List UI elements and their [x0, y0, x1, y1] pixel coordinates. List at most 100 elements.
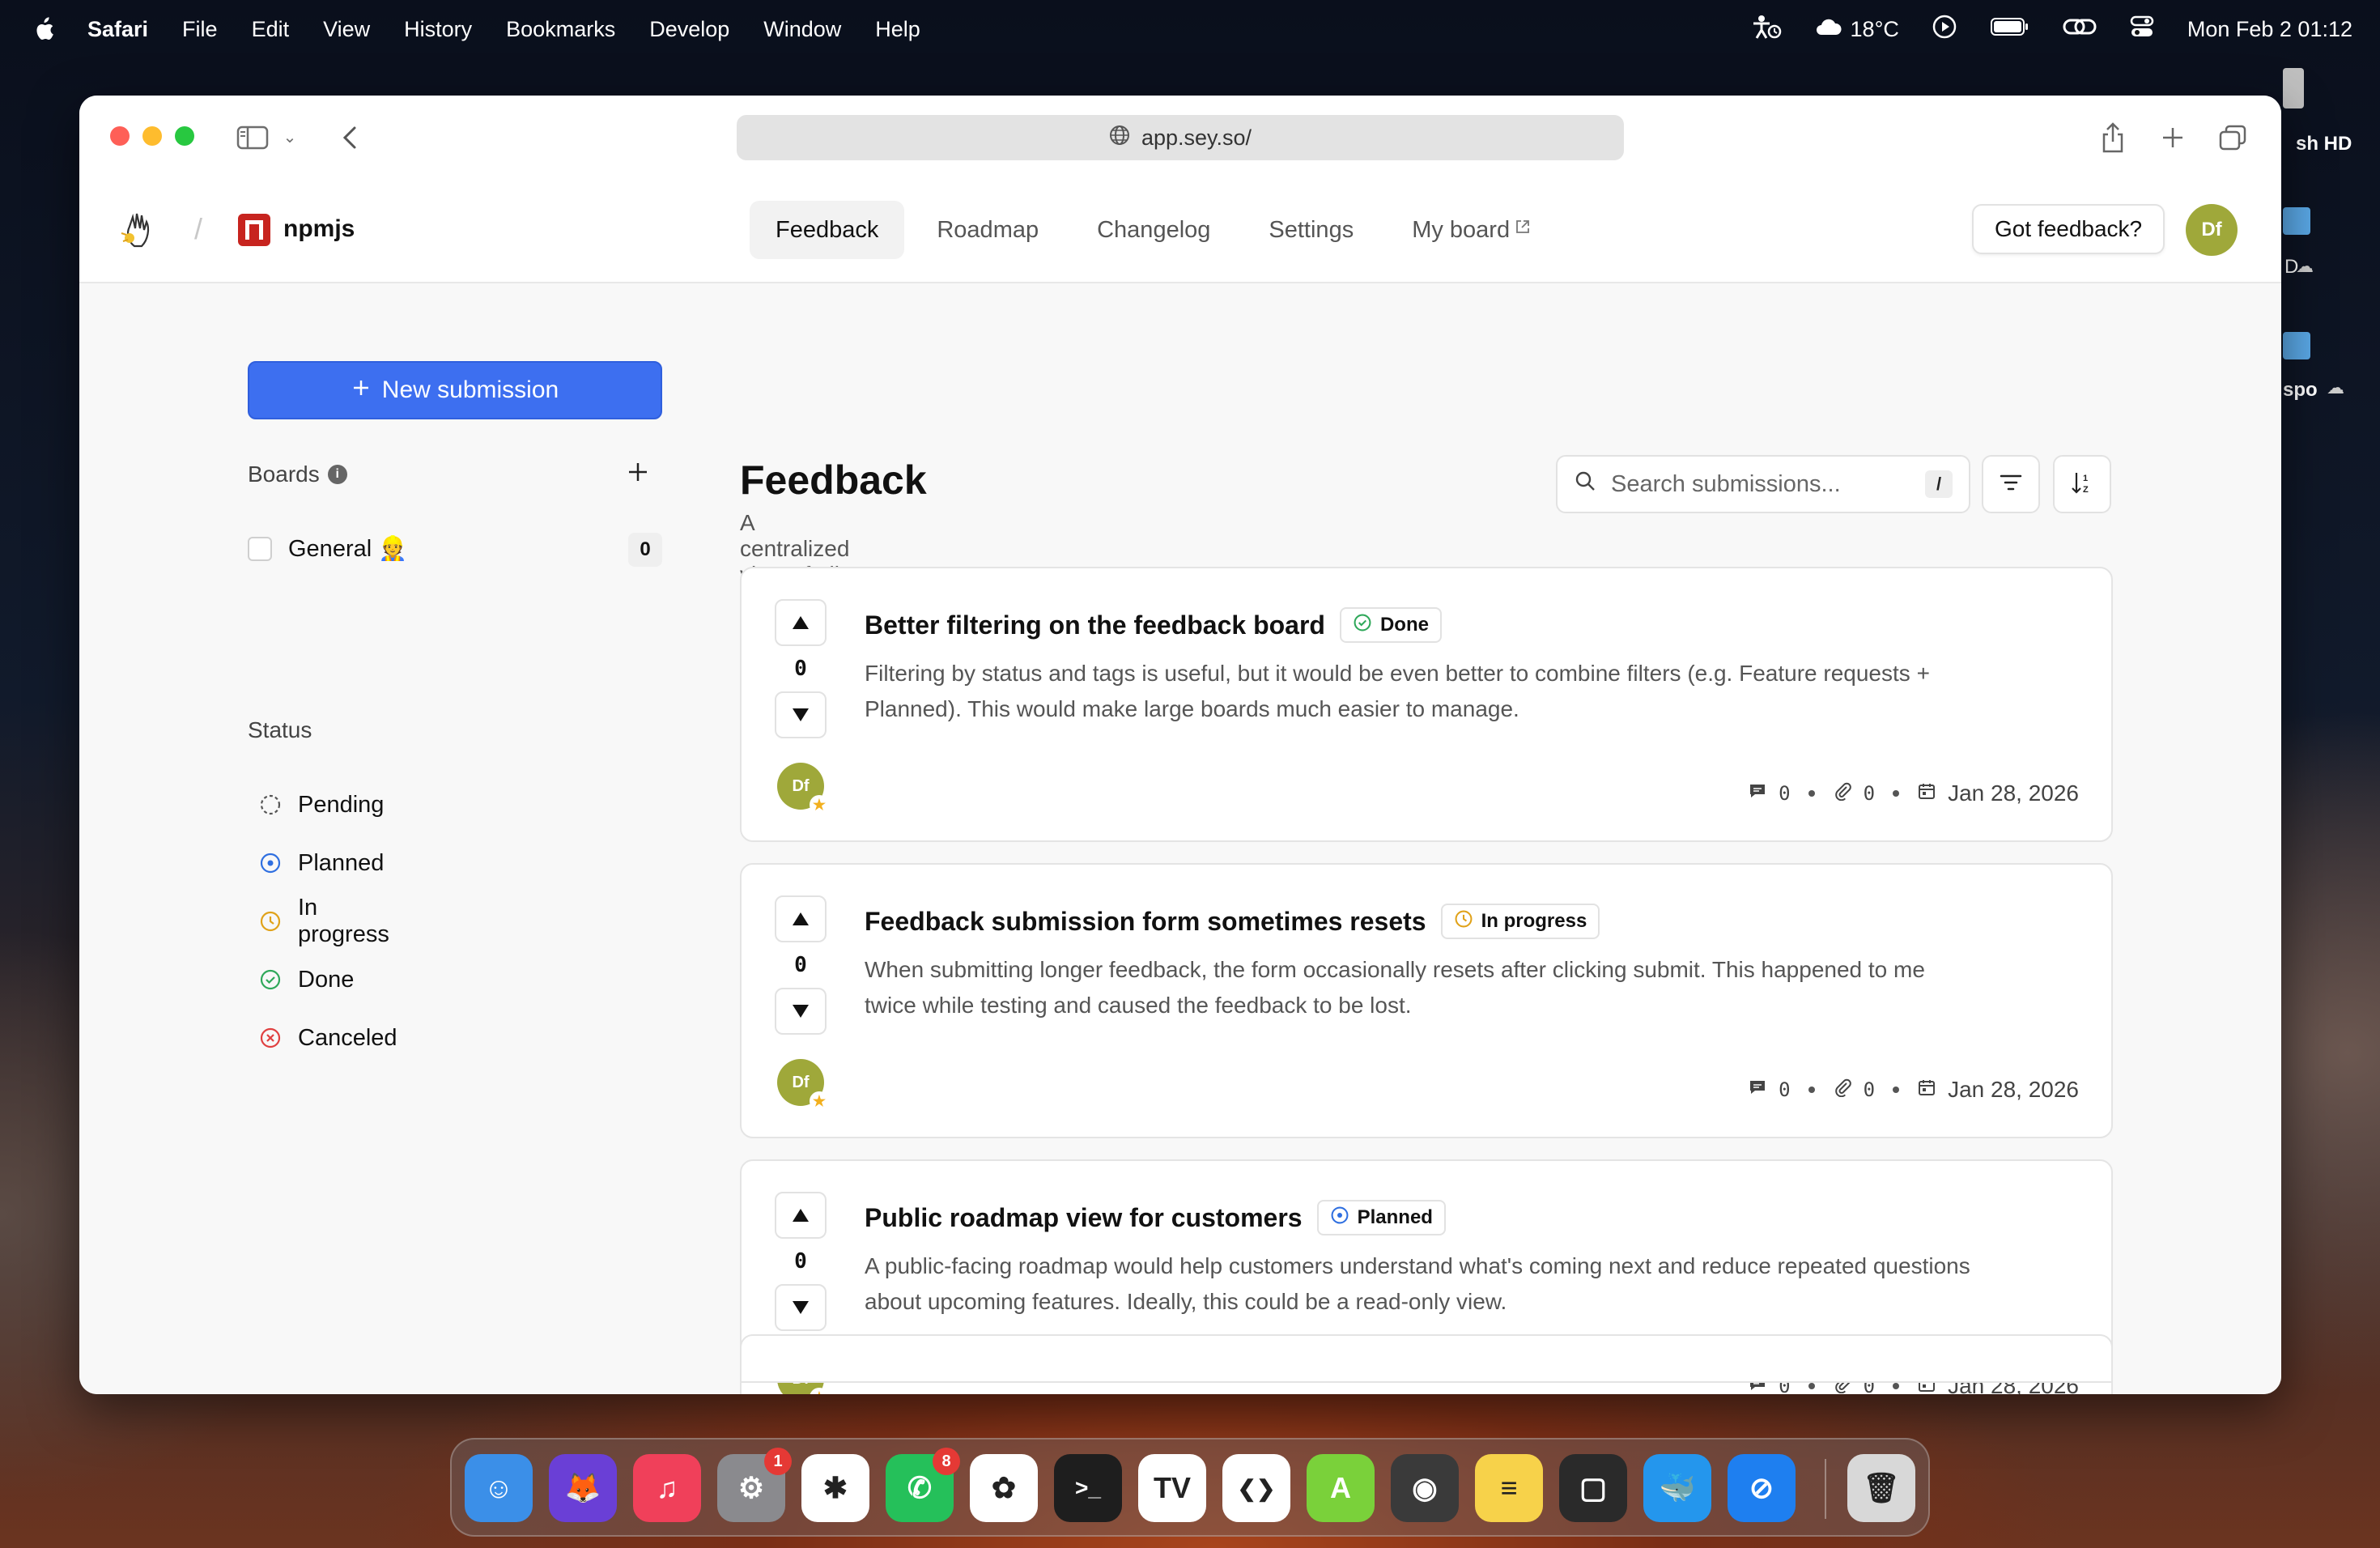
upvote-button[interactable] [775, 895, 827, 942]
status-item-canceled[interactable]: Canceled [259, 1009, 397, 1067]
upvote-button[interactable] [775, 1192, 827, 1239]
post-title[interactable]: Public roadmap view for customers [865, 1203, 1303, 1233]
terminal-icon[interactable]: >_ [1054, 1454, 1122, 1522]
board-item-general[interactable]: General 👷 0 [248, 529, 662, 568]
post-title-row: Public roadmap view for customers Planne… [865, 1200, 1446, 1235]
post-card[interactable]: 0 Df ★ Better filtering on the feedback b… [740, 567, 2113, 842]
menu-app-name[interactable]: Safari [87, 17, 148, 42]
weather-widget[interactable]: 18°C [1815, 15, 1899, 44]
post-card[interactable]: 0 Df ★ Feedback submission form sometimes… [740, 863, 2113, 1138]
downvote-button[interactable] [775, 691, 827, 738]
post-meta: 0 0 Jan 28, 2026 [1748, 1077, 2079, 1103]
status-item-in-progress[interactable]: In progress [259, 892, 397, 950]
comment-icon [1748, 1077, 1767, 1103]
desktop-folder-icon[interactable] [2283, 332, 2310, 359]
safari-icon[interactable]: ⊘ [1728, 1454, 1796, 1522]
menu-bookmarks[interactable]: Bookmarks [506, 17, 615, 42]
filter-button[interactable] [1982, 455, 2040, 513]
sort-button[interactable]: 1Z [2053, 455, 2111, 513]
app-square-icon[interactable]: ▢ [1559, 1454, 1627, 1522]
firefox-icon[interactable]: 🦊 [549, 1454, 617, 1522]
desktop-folder-icon[interactable] [2283, 207, 2310, 235]
author-initials: Df [792, 1073, 810, 1091]
sort-icon: 1Z [2070, 470, 2094, 500]
vote-count: 0 [794, 953, 807, 977]
upvote-button[interactable] [775, 599, 827, 646]
calendar-icon [1917, 1077, 1936, 1103]
search-input[interactable]: Search submissions... / [1556, 455, 1970, 513]
chatgpt-icon[interactable]: ✿ [970, 1454, 1038, 1522]
vote-widget: 0 [774, 599, 827, 738]
control-center-icon[interactable] [2129, 14, 2155, 45]
status-heading: Status [248, 717, 312, 742]
downvote-button[interactable] [775, 988, 827, 1035]
plus-icon [351, 376, 371, 404]
blender-icon[interactable]: ◉ [1391, 1454, 1459, 1522]
desktop-label-hd[interactable]: sh HD [2296, 133, 2352, 155]
status-item-pending[interactable]: Pending [259, 776, 397, 834]
menu-window[interactable]: Window [763, 17, 841, 42]
weather-temp: 18°C [1850, 16, 1899, 41]
status-item-label: Planned [298, 849, 385, 876]
paperclip-icon [1833, 780, 1852, 806]
post-title[interactable]: Better filtering on the feedback board [865, 610, 1325, 640]
now-playing-icon[interactable] [1932, 14, 1957, 45]
add-board-icon[interactable] [627, 457, 649, 491]
menu-develop[interactable]: Develop [649, 17, 729, 42]
calendar-icon [1917, 780, 1936, 806]
trash-icon[interactable]: 🗑 [1847, 1454, 1915, 1522]
post-title-row: Better filtering on the feedback board D… [865, 607, 1442, 643]
cloud-moon-icon [1815, 15, 1844, 44]
board-name: General 👷 [288, 536, 408, 562]
menu-file[interactable]: File [182, 17, 218, 42]
hard-drive-icon[interactable] [2283, 68, 2304, 108]
comment-count: 0 [1779, 1078, 1791, 1101]
attachment-count: 0 [1863, 782, 1876, 805]
accessibility-status-icon[interactable] [1750, 14, 1783, 45]
system-settings-icon[interactable]: ⚙ 1 [717, 1448, 792, 1522]
status-item-done[interactable]: Done [259, 950, 397, 1009]
vote-widget: 0 [774, 895, 827, 1035]
screen-mirroring-icon[interactable] [2063, 15, 2097, 44]
vscode-icon[interactable]: ❮❯ [1222, 1454, 1290, 1522]
app-a-icon[interactable]: A [1307, 1454, 1375, 1522]
check-circle-icon [259, 968, 282, 991]
whatsapp-icon[interactable]: ✆ 8 [886, 1448, 960, 1522]
post-description: When submitting longer feedback, the for… [865, 957, 1925, 1018]
music-icon[interactable]: ♫ [633, 1454, 701, 1522]
notes-icon[interactable]: ≡ [1475, 1454, 1543, 1522]
menu-edit[interactable]: Edit [252, 17, 290, 42]
menu-view[interactable]: View [323, 17, 370, 42]
icloud-icon: ☁ [2296, 256, 2314, 276]
meta-separator [1893, 1383, 1900, 1389]
planned-icon [1330, 1206, 1349, 1231]
star-icon: ★ [810, 1091, 829, 1111]
battery-icon[interactable] [1990, 16, 2030, 43]
menubar-datetime[interactable]: Mon Feb 2 01:12 [2187, 17, 2352, 42]
author-avatar[interactable]: Df★ [777, 763, 829, 814]
info-icon[interactable]: i [327, 465, 347, 484]
desktop-label-spo[interactable]: spo [2283, 379, 2318, 402]
post-card-partial[interactable] [740, 1334, 2113, 1383]
status-item-planned[interactable]: Planned [259, 834, 397, 892]
comment-icon [1748, 780, 1767, 806]
finder-icon[interactable]: ☺ [465, 1454, 533, 1522]
status-item-label: Done [298, 966, 355, 993]
author-avatar[interactable]: Df★ [777, 1059, 829, 1111]
docker-icon[interactable]: 🐳 [1643, 1454, 1711, 1522]
post-title[interactable]: Feedback submission form sometimes reset… [865, 907, 1426, 937]
status-badge: Planned [1316, 1200, 1446, 1235]
new-submission-button[interactable]: New submission [248, 361, 662, 419]
menu-help[interactable]: Help [875, 17, 920, 42]
tradingview-icon[interactable]: TV [1138, 1454, 1206, 1522]
content-layer: New submission Boards i General 👷 0 Stat… [79, 96, 2281, 1394]
vote-count: 0 [794, 1249, 807, 1274]
post-description: Filtering by status and tags is useful, … [865, 661, 1930, 721]
menu-history[interactable]: History [404, 17, 472, 42]
downvote-button[interactable] [775, 1284, 827, 1331]
board-checkbox[interactable] [248, 537, 272, 561]
apple-menu-icon[interactable] [31, 15, 55, 43]
post-description: A public-facing roadmap would help custo… [865, 1253, 1970, 1314]
pending-status-icon [259, 793, 282, 816]
slack-icon[interactable]: ✱ [801, 1454, 869, 1522]
